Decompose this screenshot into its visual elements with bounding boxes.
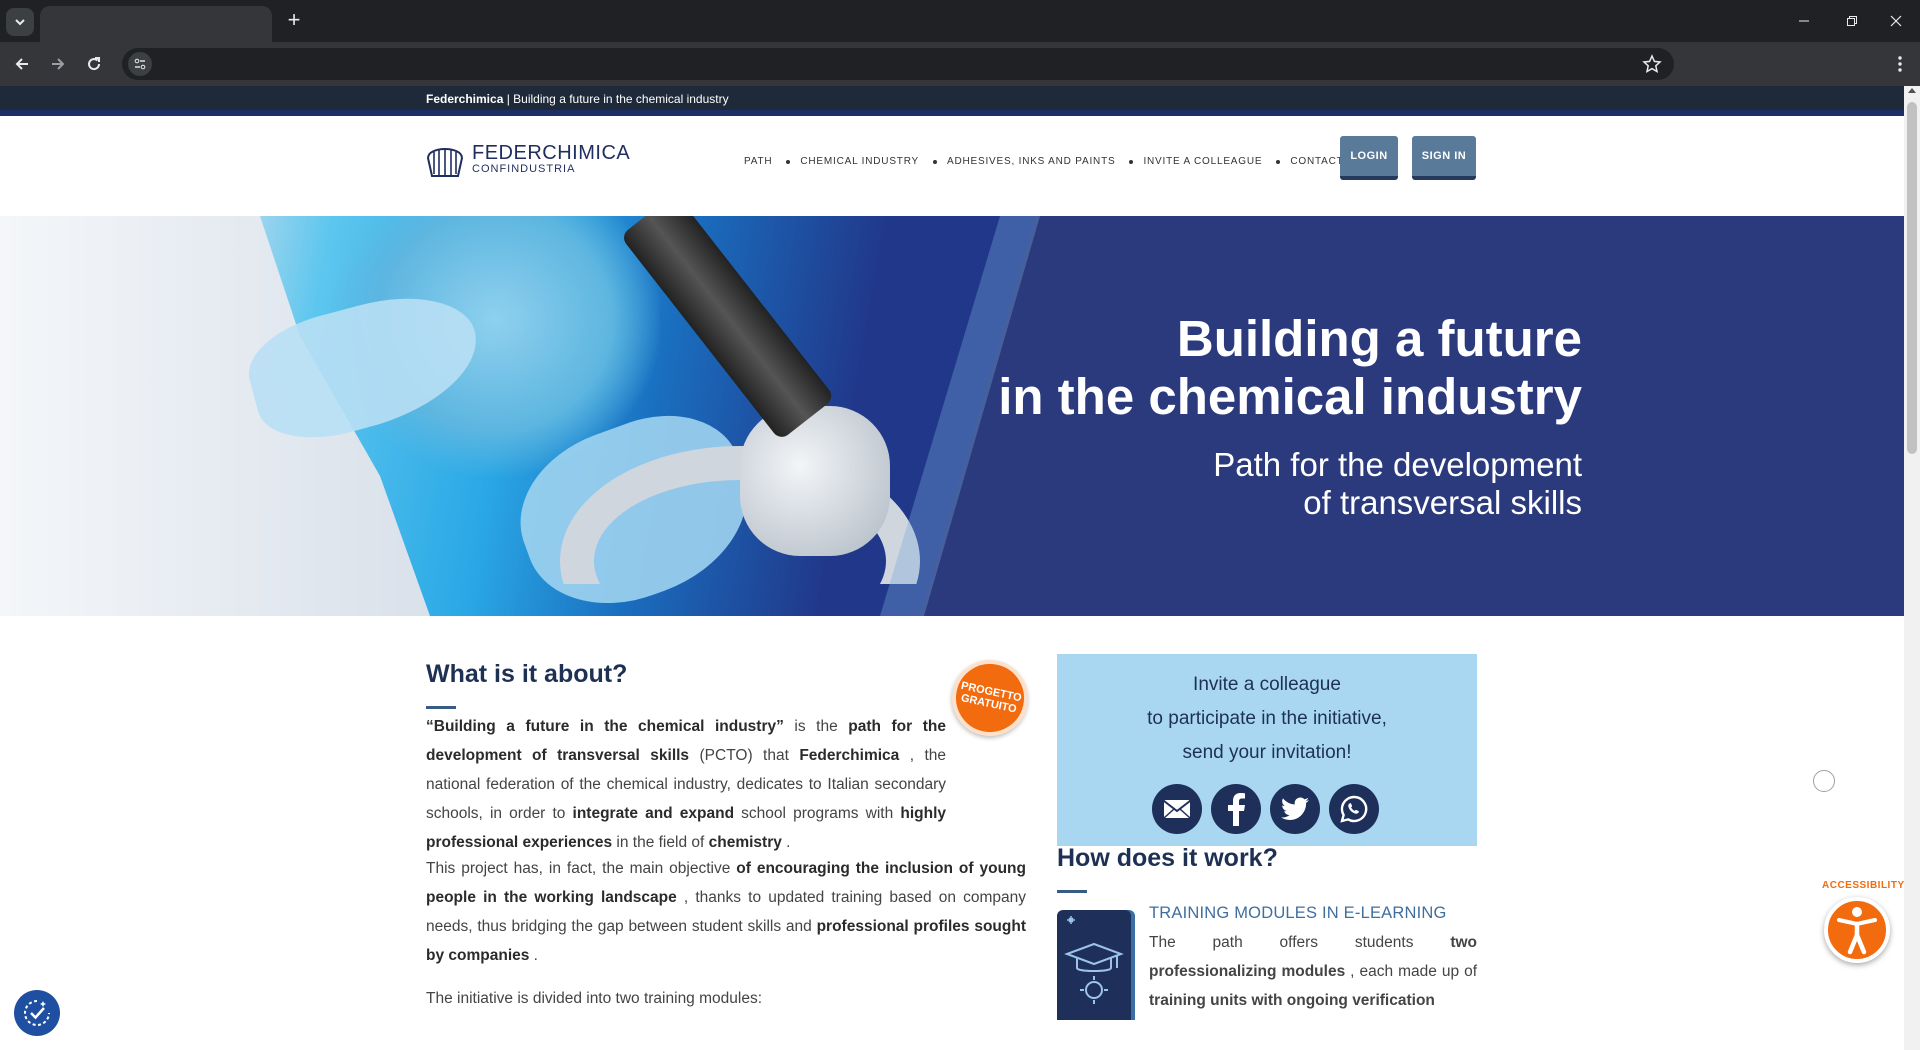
text-bold: chemistry [708,834,782,851]
menu-item-chemical-industry[interactable]: CHEMICAL INDUSTRY [800,156,919,167]
text-bold: Federchimica [799,747,900,764]
address-bar[interactable] [122,48,1674,80]
invite-colleague-box: Invite a colleague to participate in the… [1057,654,1477,846]
sign-in-button[interactable]: SIGN IN [1412,136,1476,180]
text-bold: training units with ongoing verification [1149,992,1435,1009]
close-icon[interactable] [1878,8,1914,34]
about-paragraph-1: “Building a future in the chemical indus… [426,712,946,857]
back-icon[interactable] [8,50,36,78]
login-button[interactable]: LOGIN [1340,136,1398,180]
email-icon[interactable] [1152,784,1202,834]
text: in the field of [612,834,709,851]
about-heading: What is it about? [426,660,628,688]
text: is the [783,718,849,735]
minimize-icon[interactable] [1786,8,1822,34]
hero-banner: Building a future in the chemical indust… [0,216,1904,616]
top-strip-tagline: | Building a future in the chemical indu… [503,92,729,106]
tab-search-icon[interactable] [6,8,34,36]
browser-toolbar [0,42,1920,86]
menu-separator [933,159,938,164]
browser-tab-bar: + [0,0,1920,42]
facebook-icon[interactable] [1211,784,1261,834]
hero-photo [0,216,1036,616]
text: The path offers students [1149,934,1451,951]
menu-item-path[interactable]: PATH [744,156,772,167]
menu-item-invite-colleague[interactable]: INVITE A COLLEAGUE [1143,156,1262,167]
restore-icon[interactable] [1834,8,1870,34]
top-strip-brand: Federchimica [426,92,504,106]
main-menu: PATH CHEMICAL INDUSTRY ADHESIVES, INKS A… [744,156,1351,167]
text: , each made up of [1345,963,1478,980]
scroll-up-arrow[interactable] [1908,88,1916,93]
hero-subtitle-line1: Path for the development [1213,446,1582,483]
accessibility-person-icon [1837,907,1877,955]
text: This project has, in fact, the main obje… [426,860,737,877]
menu-separator [1276,159,1281,164]
logo-subtitle: CONFINDUSTRIA [472,163,576,175]
forward-icon[interactable] [44,50,72,78]
cookie-consent-button[interactable] [14,990,60,1036]
text: (PCTO) that [689,747,800,764]
invite-line1: Invite a colleague [1193,674,1341,695]
scroll-thumb[interactable] [1907,102,1917,454]
page-scrollbar[interactable] [1904,86,1920,1050]
menu-kebab-icon[interactable] [1890,54,1910,74]
menu-separator [786,159,791,164]
new-tab-button[interactable]: + [282,9,306,33]
module-description: The path offers students two professiona… [1149,928,1477,1015]
text: . [529,947,538,964]
text: . [781,834,791,851]
module-title[interactable]: TRAINING MODULES IN E-LEARNING [1149,904,1447,923]
top-strip-text: Federchimica | Building a future in the … [426,92,729,106]
accessibility-button[interactable] [1824,897,1890,963]
text-bold: “Building a future in the chemical indus… [426,718,784,735]
microscope-head [740,406,890,556]
accessibility-label: ACCESSIBILITY [1822,880,1905,891]
whatsapp-icon[interactable] [1329,784,1379,834]
site-header: FEDERCHIMICA CONFINDUSTRIA PATH CHEMICAL… [0,122,1904,202]
how-heading-underline [1057,890,1087,893]
text-bold: integrate and expand [572,805,735,822]
top-strip: Federchimica | Building a future in the … [0,86,1904,116]
invite-line3: send your invitation! [1182,742,1352,763]
menu-separator [1129,159,1134,164]
active-tab[interactable] [40,6,272,42]
how-heading: How does it work? [1057,844,1278,872]
about-paragraph-3: The initiative is divided into two train… [426,990,763,1007]
about-heading-underline [426,706,456,709]
hero-subtitle: Path for the development of transversal … [1213,446,1582,522]
free-project-badge: PROGETTO GRATUITO [944,652,1036,744]
logo-emblem-icon [426,148,464,177]
reload-icon[interactable] [80,50,108,78]
federchimica-logo[interactable]: FEDERCHIMICA CONFINDUSTRIA [424,138,630,180]
web-page: Federchimica | Building a future in the … [0,86,1904,1050]
twitter-icon[interactable] [1270,784,1320,834]
text: school programs with [734,805,901,822]
floating-radio-circle[interactable] [1813,770,1835,792]
logo-title: FEDERCHIMICA [472,142,631,164]
invite-text: Invite a colleague to participate in the… [1057,668,1477,770]
bookmark-star-icon[interactable] [1642,54,1662,74]
hero-title: Building a future in the chemical indust… [998,310,1582,426]
hero-title-line2: in the chemical industry [998,368,1582,425]
e-learning-icon [1057,910,1131,1020]
hero-title-line1: Building a future [1176,310,1582,367]
main-content: What is it about? PROGETTO GRATUITO “Bui… [0,616,1904,1050]
site-info-icon[interactable] [128,52,152,76]
menu-item-adhesives-inks-paints[interactable]: ADHESIVES, INKS AND PAINTS [947,156,1115,167]
about-paragraph-2: This project has, in fact, the main obje… [426,854,1026,970]
invite-line2: to participate in the initiative, [1147,708,1387,729]
hero-subtitle-line2: of transversal skills [1303,484,1582,521]
cookie-check-icon [24,1000,50,1026]
